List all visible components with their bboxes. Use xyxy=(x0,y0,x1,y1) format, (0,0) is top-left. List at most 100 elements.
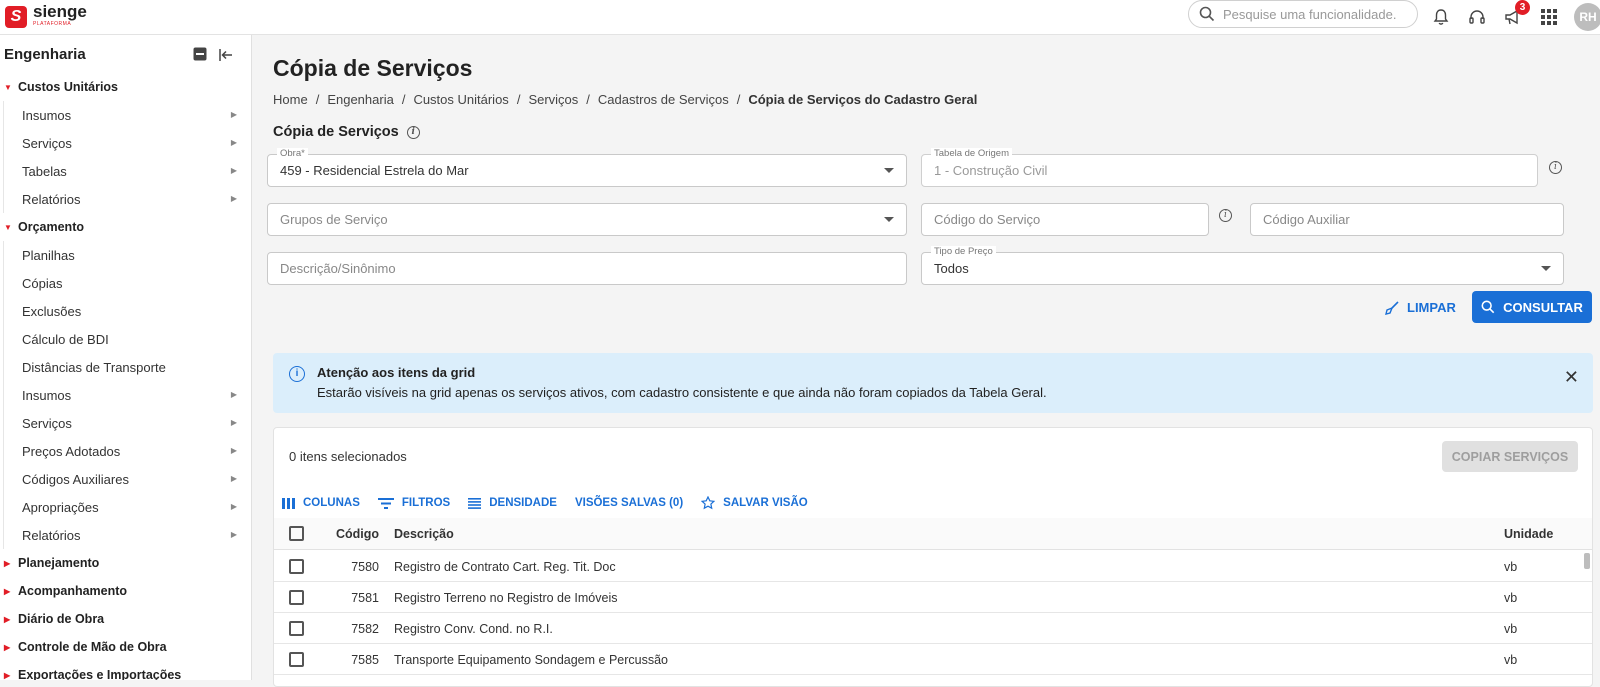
sidebar-group-label: Planejamento xyxy=(18,556,100,570)
tabela-origem-field: Tabela de Origem 1 - Construção Civil xyxy=(921,148,1538,187)
tabela-info-icon[interactable]: i xyxy=(1549,161,1562,174)
sidebar-item[interactable]: Relatórios ▶ xyxy=(3,521,251,549)
cell-descricao: Registro Terreno no Registro de Imóveis xyxy=(394,591,618,605)
table-row[interactable]: 7585 Transporte Equipamento Sondagem e Pe… xyxy=(274,644,1592,675)
breadcrumb-home[interactable]: Home xyxy=(273,92,308,107)
sidebar-group-label: Exportações e Importações xyxy=(18,668,182,680)
search-input[interactable] xyxy=(1223,6,1413,22)
sidebar-item[interactable]: Serviços ▶ xyxy=(3,409,251,437)
sidebar-item[interactable]: Insumos ▶ xyxy=(3,101,251,129)
alert-text: Estarão visíveis na grid apenas os servi… xyxy=(317,385,1047,400)
codigo-info-icon[interactable]: i xyxy=(1219,209,1232,222)
hide-sidebar-icon[interactable] xyxy=(219,48,233,66)
col-unidade[interactable]: Unidade xyxy=(1504,527,1553,541)
grid-scrollbar[interactable] xyxy=(1584,553,1590,569)
sidebar-item[interactable]: Serviços ▶ xyxy=(3,129,251,157)
sidebar-item[interactable]: Planilhas xyxy=(3,241,251,269)
sidebar-group[interactable]: ▼ Orçamento xyxy=(0,213,251,241)
select-all-checkbox[interactable] xyxy=(289,526,304,541)
sidebar-item[interactable]: Exclusões xyxy=(3,297,251,325)
user-avatar[interactable]: RH xyxy=(1574,3,1600,31)
sidebar-group[interactable]: ▼ Custos Unitários xyxy=(0,73,251,101)
descricao-field[interactable]: Descrição/Sinônimo xyxy=(267,252,907,285)
section-title: Cópia de Serviços i xyxy=(273,124,420,140)
tabela-value: 1 - Construção Civil xyxy=(934,163,1048,178)
collapse-all-icon[interactable] xyxy=(193,47,207,66)
breadcrumb-custos[interactable]: Custos Unitários xyxy=(413,92,508,107)
cell-codigo: 7582 xyxy=(351,622,379,636)
sidebar-item[interactable]: Preços Adotados ▶ xyxy=(3,437,251,465)
sidebar-item[interactable]: Relatórios ▶ xyxy=(3,185,251,213)
chevron-right-icon: ▶ xyxy=(230,502,237,511)
info-icon[interactable]: i xyxy=(406,125,420,139)
visoes-salvas-button[interactable]: VISÕES SALVAS (0) xyxy=(575,497,683,509)
breadcrumb-cadastros[interactable]: Cadastros de Serviços xyxy=(598,92,729,107)
sidebar-item[interactable]: Insumos ▶ xyxy=(3,381,251,409)
chevron-right-icon: ▶ xyxy=(230,138,237,147)
salvar-label: SALVAR VISÃO xyxy=(723,497,808,509)
descricao-placeholder: Descrição/Sinônimo xyxy=(280,261,396,276)
row-checkbox[interactable] xyxy=(289,652,304,667)
sidebar-group-label: Orçamento xyxy=(18,220,84,234)
sienge-logo[interactable]: S sienge PLATAFORMA xyxy=(5,0,87,30)
grid-toolbar: COLUNAS FILTROS DENSIDADE VISÕES SALVAS … xyxy=(282,496,808,510)
broom-icon xyxy=(1385,300,1399,315)
sidebar-item[interactable]: Apropriações ▶ xyxy=(3,493,251,521)
cell-codigo: 7585 xyxy=(351,653,379,667)
sidebar-group-label: Controle de Mão de Obra xyxy=(18,640,167,654)
notifications-badge: 3 xyxy=(1515,0,1530,15)
filter-icon xyxy=(377,497,394,509)
main-content: Cópia de Serviços Home / Engenharia / Cust… xyxy=(252,35,1600,687)
table-row[interactable]: 7581 Registro Terreno no Registro de Imóv… xyxy=(274,582,1592,613)
grupos-servico-select[interactable]: Grupos de Serviço xyxy=(267,203,907,236)
obra-value: 459 - Residencial Estrela do Mar xyxy=(280,163,469,178)
sidebar-item[interactable]: Tabelas ▶ xyxy=(3,157,251,185)
salvar-visao-button[interactable]: SALVAR VISÃO xyxy=(701,496,808,510)
sidebar-group[interactable]: ▶ Diário de Obra xyxy=(0,605,251,633)
sidebar-group[interactable]: ▶ Exportações e Importações xyxy=(0,661,251,680)
colunas-button[interactable]: COLUNAS xyxy=(282,497,360,509)
chevron-right-icon: ▶ xyxy=(230,110,237,119)
sidebar-item[interactable]: Cópias xyxy=(3,269,251,297)
row-checkbox[interactable] xyxy=(289,590,304,605)
megaphone-icon[interactable]: 3 xyxy=(1502,0,1530,28)
cell-codigo: 7581 xyxy=(351,591,379,605)
tipo-preco-select[interactable]: Tipo de Preço Todos xyxy=(921,246,1564,285)
caret-right-icon: ▶ xyxy=(4,558,11,568)
codigo-auxiliar-field[interactable]: Código Auxiliar xyxy=(1250,203,1564,236)
limpar-button[interactable]: LIMPAR xyxy=(1385,300,1456,315)
brand-sub: PLATAFORMA xyxy=(33,21,72,27)
chevron-down-icon xyxy=(1541,266,1551,271)
col-codigo[interactable]: Código xyxy=(319,527,379,541)
sidebar-group[interactable]: ▶ Acompanhamento xyxy=(0,577,251,605)
sidebar-group[interactable]: ▶ Planejamento xyxy=(0,549,251,577)
brand-name: sienge xyxy=(33,2,87,21)
bell-icon[interactable] xyxy=(1430,6,1452,28)
col-descricao[interactable]: Descrição xyxy=(394,527,454,541)
table-row[interactable]: 7580 Registro de Contrato Cart. Reg. Tit.… xyxy=(274,551,1592,582)
tipo-value: Todos xyxy=(934,261,969,276)
filtros-button[interactable]: FILTROS xyxy=(377,497,450,509)
obra-select[interactable]: Obra* 459 - Residencial Estrela do Mar xyxy=(267,148,907,187)
breadcrumb-servicos[interactable]: Serviços xyxy=(528,92,578,107)
search-box[interactable] xyxy=(1188,0,1418,28)
close-icon[interactable]: ✕ xyxy=(1564,367,1579,388)
consultar-button[interactable]: CONSULTAR xyxy=(1472,291,1592,323)
row-checkbox[interactable] xyxy=(289,559,304,574)
sidebar-item[interactable]: Distâncias de Transporte xyxy=(3,353,251,381)
info-alert: i Atenção aos itens da grid Estarão visí… xyxy=(273,353,1593,413)
table-row[interactable]: 7582 Registro Conv. Cond. no R.I. vb xyxy=(274,613,1592,644)
sidebar-item-label: Exclusões xyxy=(22,303,82,319)
copiar-servicos-button[interactable]: COPIAR SERVIÇOS xyxy=(1442,441,1578,472)
codigo-servico-field[interactable]: Código do Serviço xyxy=(921,203,1209,236)
sidebar-group[interactable]: ▶ Controle de Mão de Obra xyxy=(0,633,251,661)
limpar-label: LIMPAR xyxy=(1407,300,1456,315)
breadcrumb-engenharia[interactable]: Engenharia xyxy=(327,92,394,107)
headset-icon[interactable] xyxy=(1466,6,1488,28)
sidebar-item[interactable]: Cálculo de BDI xyxy=(3,325,251,353)
sidebar-item[interactable]: Códigos Auxiliares ▶ xyxy=(3,465,251,493)
services-grid: 0 itens selecionados COPIAR SERVIÇOS COL… xyxy=(273,427,1593,687)
apps-grid-icon[interactable] xyxy=(1538,6,1560,28)
row-checkbox[interactable] xyxy=(289,621,304,636)
densidade-button[interactable]: DENSIDADE xyxy=(468,497,557,509)
